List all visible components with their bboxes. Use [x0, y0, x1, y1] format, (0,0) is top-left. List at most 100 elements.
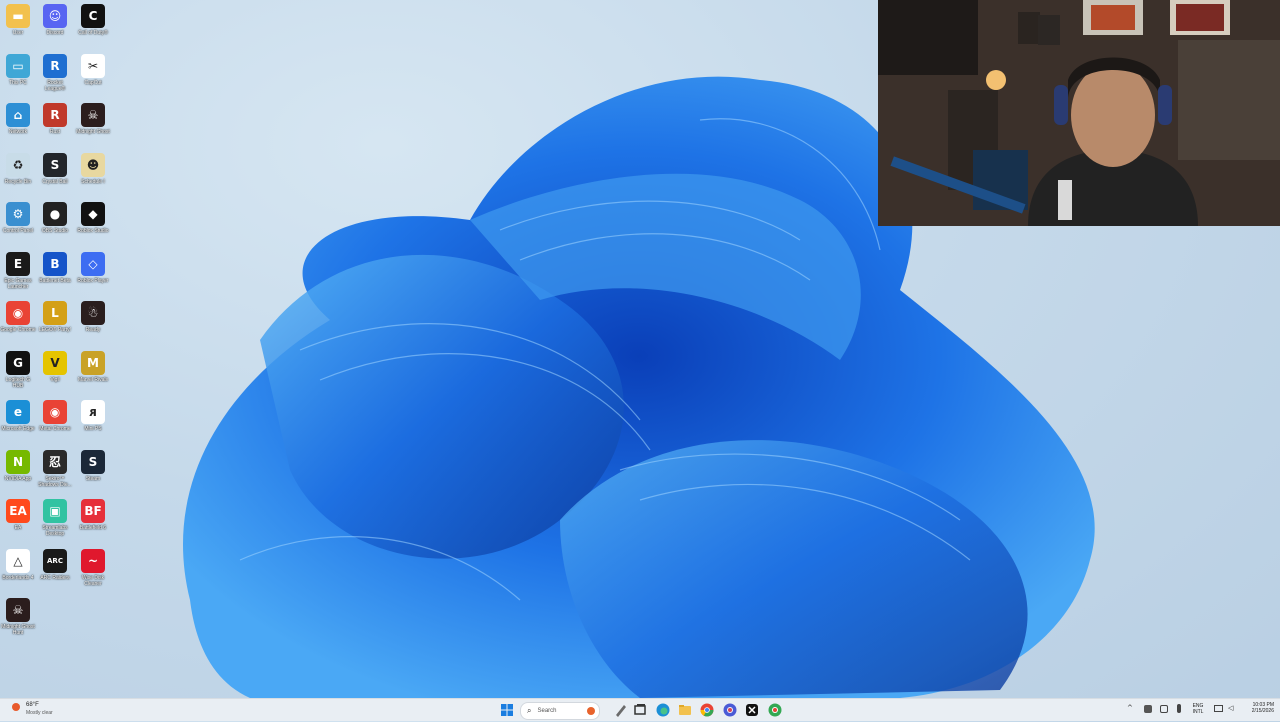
desktop-shortcut[interactable]: R Rust	[37, 103, 73, 147]
desktop-shortcut[interactable]: L LEGO® Party!	[37, 301, 73, 345]
edge-icon[interactable]	[655, 702, 671, 718]
wise-disk-icon: ~	[81, 548, 105, 573]
desktop-shortcut[interactable]: ☠ Midnight Ghost Hunt	[0, 598, 36, 642]
desktop-shortcut-label: Rocket League®	[44, 79, 66, 92]
desktop-shortcut[interactable]: ⌂ Network	[0, 103, 36, 147]
desktop-shortcut[interactable]: M Marvel Rivals	[75, 350, 111, 395]
mini-ps-icon: ᴙ	[81, 400, 105, 424]
desktop-shortcut-label: Roblox Studio	[77, 228, 109, 234]
desktop-shortcut-label: Network	[8, 129, 28, 135]
desktop-shortcut[interactable]: ARC ARC Raiders	[37, 548, 73, 593]
desktop-shortcut-label: Ready	[85, 327, 101, 333]
desktop-shortcut[interactable]: EA EA	[0, 499, 36, 543]
search-placeholder: Search	[537, 708, 557, 714]
roblox-player-icon: ◇	[81, 251, 105, 276]
desktop-shortcut[interactable]: ᴙ Mini PS	[75, 400, 111, 444]
ea-icon: EA	[6, 499, 30, 523]
desktop-shortcut[interactable]: S Steam	[75, 449, 111, 494]
desktop-shortcut-label: Vigil	[50, 376, 60, 383]
rocket-league-icon: R	[43, 53, 67, 78]
tray-volume-icon[interactable]: ◁	[1228, 704, 1233, 712]
desktop-shortcut-label: OBS Studio	[41, 228, 69, 234]
desktop-shortcut-label: Discord	[46, 30, 64, 36]
system-clock[interactable]: 10:03 PM 2/15/2026	[1236, 702, 1274, 714]
desktop-shortcut[interactable]: ☻ Schedule I	[75, 152, 111, 197]
desktop-shortcut[interactable]: ◆ Roblox Studio	[75, 202, 111, 246]
file-explorer-icon[interactable]	[677, 702, 693, 718]
tray-mic-icon[interactable]	[1177, 704, 1181, 713]
desktop-shortcut-label: Metal Chrome	[39, 426, 71, 432]
nvidia-app-icon: N	[6, 449, 30, 474]
desktop-shortcut[interactable]: C Call of Duty®	[75, 4, 111, 48]
desktop-shortcut[interactable]: ♻ Recycle Bin	[0, 152, 36, 197]
desktop-shortcut-label: Call of Duty®	[78, 30, 108, 36]
windows-start-icon	[501, 704, 513, 716]
desktop-shortcut[interactable]: ☠ Midnight Ghost	[75, 103, 111, 147]
call-of-duty-icon: C	[81, 4, 105, 28]
tray-display-icon[interactable]	[1214, 705, 1223, 712]
chrome-alt-icon[interactable]	[767, 702, 783, 718]
desktop-shortcut[interactable]: ▬ User	[0, 4, 36, 48]
desktop-shortcut-label: Marvel Rivals	[77, 376, 108, 383]
desktop-shortcut[interactable]: ✂ CapCut	[75, 53, 111, 98]
desktop-shortcut-label: Recycle Bin	[4, 178, 32, 185]
battlenet-icon: B	[43, 251, 67, 276]
desktop-shortcut[interactable]: ▣ Streamlabs Desktop	[37, 499, 73, 543]
copilot-pen-icon[interactable]	[613, 702, 629, 718]
chrome-icon: ◉	[6, 301, 30, 325]
desktop-shortcut[interactable]: E Epic Games Launcher	[0, 251, 36, 296]
desktop-shortcut[interactable]: ● OBS Studio	[37, 202, 73, 246]
desktop-shortcut-label: Steam	[85, 475, 101, 482]
logitech-ghub-icon: G	[6, 350, 30, 375]
desktop-shortcut[interactable]: △ Borderlands 4	[0, 548, 36, 593]
lego-party-icon: L	[43, 301, 67, 325]
capcut-icon[interactable]	[744, 702, 760, 718]
desktop-shortcut[interactable]: V Vigil	[37, 350, 73, 395]
edge-icon: e	[6, 400, 30, 424]
desktop-shortcut[interactable]: B Battlenet Beta	[37, 251, 73, 296]
tray-network-icon[interactable]	[1160, 705, 1168, 713]
desktop-shortcut-label: CapCut	[84, 79, 102, 86]
desktop-shortcut[interactable]: e Microsoft Edge	[0, 400, 36, 444]
vigil-icon: V	[43, 350, 67, 375]
desktop-shortcut-label: Google Chrome	[0, 327, 36, 333]
chrome-icon[interactable]	[699, 702, 715, 718]
start-button[interactable]	[499, 702, 515, 718]
desktop-shortcut-label: Battlenet Beta	[39, 277, 71, 284]
desktop-shortcut-label: Battlefield 6	[79, 525, 107, 531]
desktop-shortcut[interactable]: N NVIDIA App	[0, 449, 36, 494]
desktop-shortcut[interactable]: ~ Wise Disk Cleaner	[75, 548, 111, 593]
desktop-shortcut-label: Crystal Ball	[42, 178, 68, 185]
taskbar-search-box[interactable]: ⌕ Search	[520, 702, 600, 720]
recycle-bin-icon: ♻	[6, 152, 30, 177]
weather-widget[interactable]: 68°F Mostly clear	[10, 701, 70, 719]
desktop-shortcut[interactable]: 忍 Sekiro™ Shadows Die...	[37, 449, 73, 494]
language-indicator[interactable]: ENG INTL	[1188, 703, 1208, 715]
desktop-shortcut-label: Mini PS	[84, 426, 102, 432]
steam-icon: S	[81, 449, 105, 474]
desktop-shortcut-label: Roblox Player	[77, 277, 109, 284]
tray-overflow-chevron-icon[interactable]: ^	[1127, 704, 1133, 712]
crystal-ball-icon: S	[43, 152, 67, 177]
desktop-shortcut[interactable]: G Logitech G HUB	[0, 350, 36, 395]
tray-app-icon[interactable]	[1144, 705, 1152, 713]
desktop-shortcut[interactable]: ◉ Google Chrome	[0, 301, 36, 345]
desktop-shortcut[interactable]: BF Battlefield 6	[75, 499, 111, 543]
desktop-shortcut[interactable]: ☃ Ready	[75, 301, 111, 345]
task-view-icon[interactable]	[632, 702, 648, 718]
desktop-shortcut[interactable]: S Crystal Ball	[37, 152, 73, 197]
weather-temp: 68°F	[26, 702, 39, 708]
desktop-shortcut[interactable]: ▭ This PC	[0, 53, 36, 98]
obs-studio-icon: ●	[43, 202, 67, 226]
desktop-shortcut[interactable]: ⚙ Control Panel	[0, 202, 36, 246]
desktop-shortcut[interactable]: ◉ Metal Chrome	[37, 400, 73, 444]
capcut-icon: ✂	[81, 53, 105, 78]
desktop-shortcut[interactable]: ☺ Discord	[37, 4, 73, 48]
chrome-profile-icon[interactable]	[722, 702, 738, 718]
desktop-shortcut-label: Midnight Ghost	[76, 129, 110, 135]
desktop-shortcut[interactable]: ◇ Roblox Player	[75, 251, 111, 296]
schedule-icon: ☻	[81, 152, 105, 177]
desktop-shortcut-label: This PC	[9, 79, 27, 86]
desktop-shortcut-label: Epic Games Launcher	[4, 277, 32, 290]
desktop-shortcut[interactable]: R Rocket League®	[37, 53, 73, 98]
